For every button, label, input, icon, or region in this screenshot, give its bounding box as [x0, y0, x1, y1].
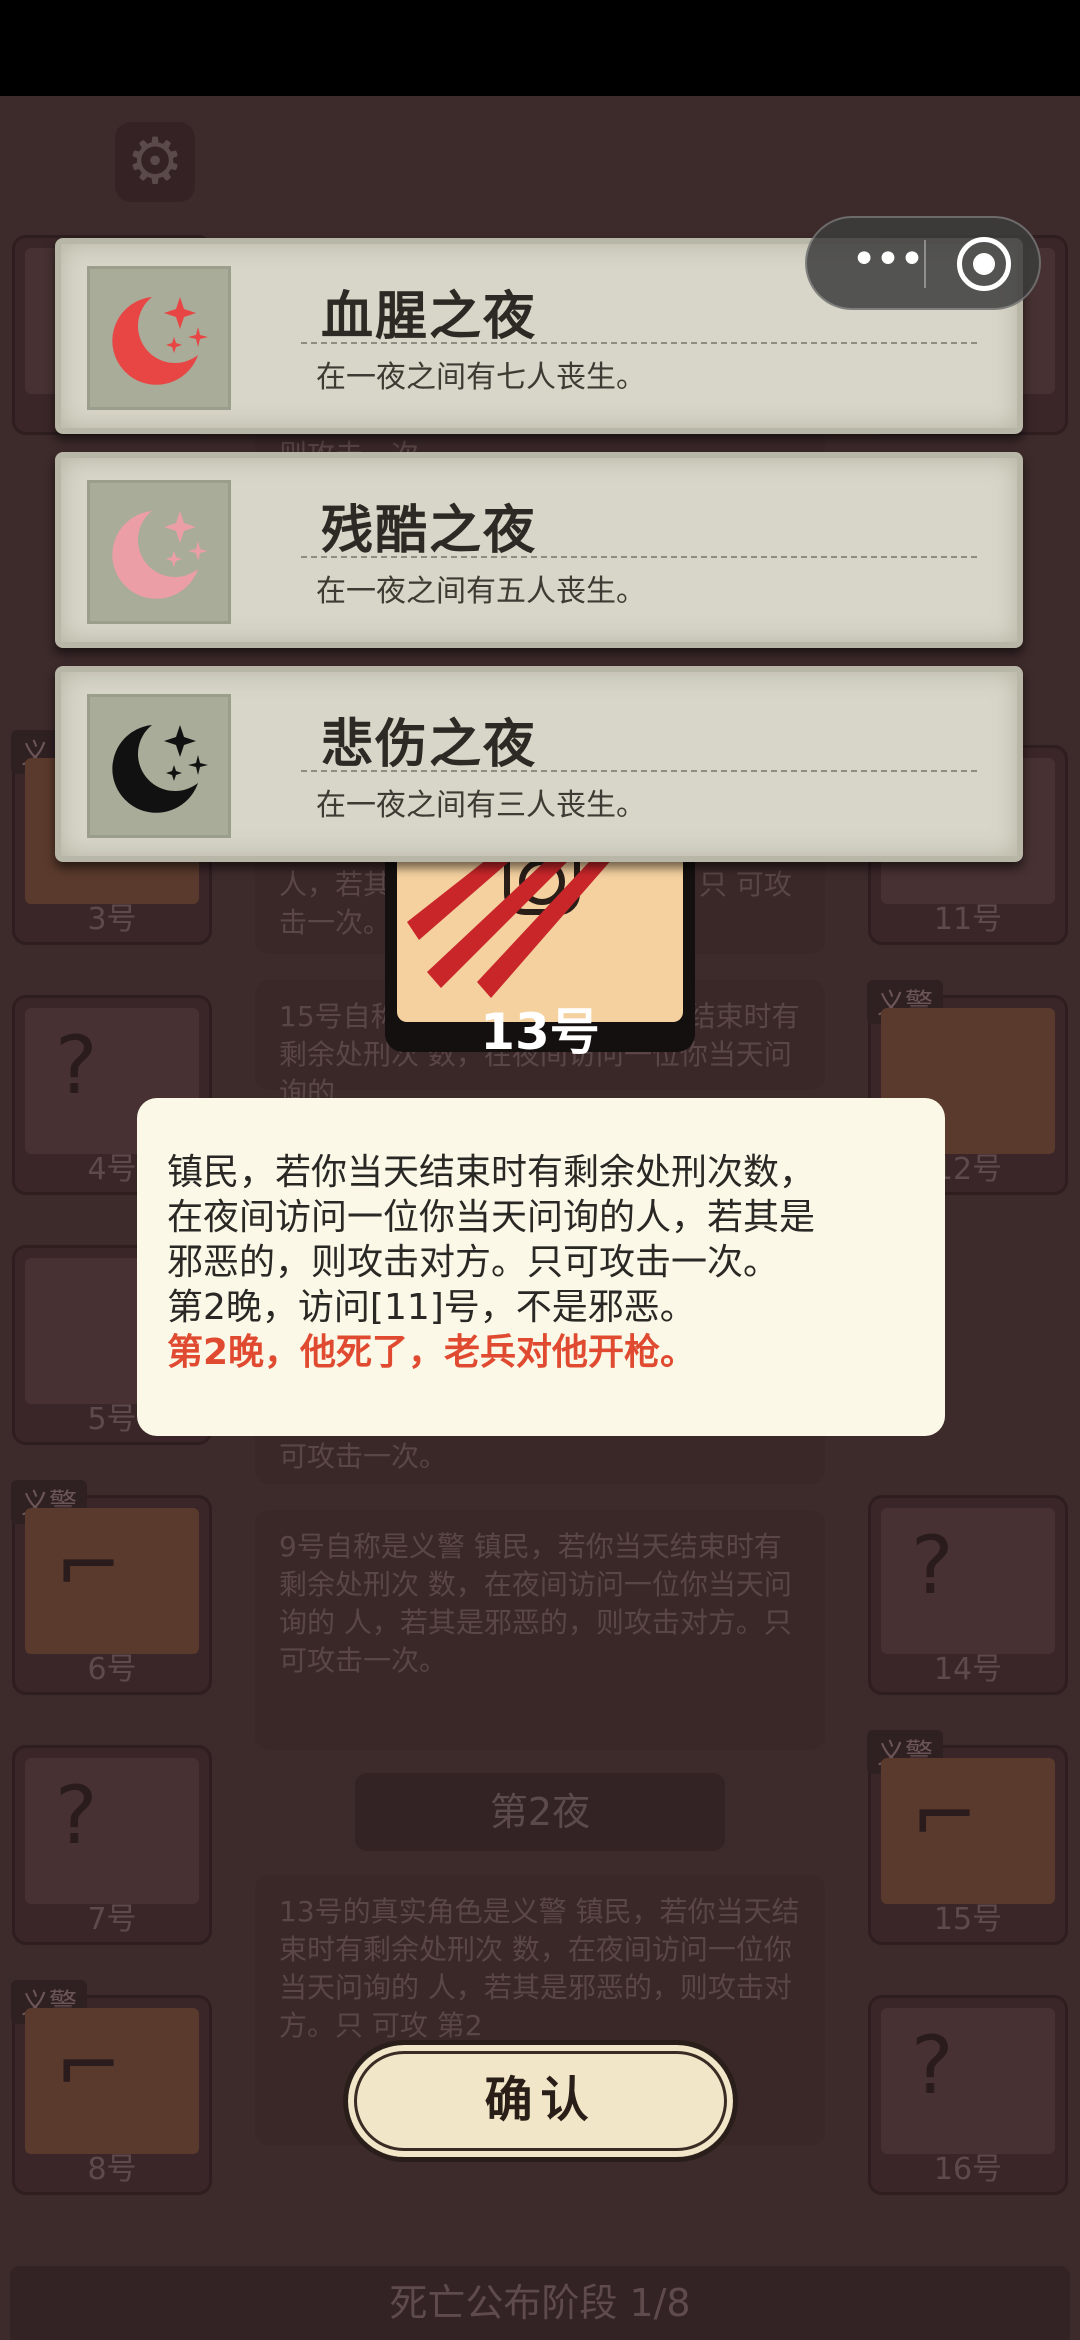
night-banner-cruel: 残酷之夜 在一夜之间有五人丧生。 [55, 452, 1023, 648]
game-screen: ⚙ 1号 9号 义3号 11号 ?4号 义警12号 5号 ?14号 义警⌐6号 … [0, 0, 1080, 2340]
miniprogram-capsule: ••• [805, 216, 1041, 310]
popup-line: 邪恶的，则攻击对方。只可攻击一次。 [167, 1242, 780, 1283]
pistol-icon: ⌐ [55, 1519, 123, 1612]
crescent-moon-icon [87, 694, 231, 838]
player-number: 11号 [933, 902, 1003, 937]
player-card[interactable]: 义警 ⌐ 15号 [867, 1730, 1068, 1945]
player-number: 8号 [87, 2152, 137, 2187]
pistol-icon: ⌐ [55, 2019, 123, 2112]
dashed-divider [301, 556, 977, 558]
popup-line: 镇民，若你当天结束时有剩余处刑次数， [167, 1152, 816, 1193]
target-close-icon[interactable] [957, 237, 1011, 291]
player-card[interactable]: 义警 ⌐ 6号 [11, 1480, 212, 1695]
unknown-player-icon: ? [911, 2019, 954, 2112]
capsule-divider [924, 240, 926, 288]
player-number: 3号 [87, 902, 137, 937]
settings-gear-icon[interactable]: ⚙ [115, 122, 195, 202]
more-dots-icon[interactable]: ••• [837, 218, 937, 308]
popup-line: 在夜间访问一位你当天问询的人，若其是 [167, 1197, 816, 1238]
player-number: 16号 [933, 2152, 1003, 2187]
player-number: 15号 [933, 1902, 1003, 1937]
banner-description: 在一夜之间有七人丧生。 [316, 360, 646, 395]
status-bar [0, 0, 1080, 96]
night-label: 第2夜 [355, 1773, 725, 1851]
confirm-button[interactable]: 确认 [343, 2040, 738, 2162]
player-number: 6号 [87, 1652, 137, 1687]
player-card[interactable]: ? 7号 [12, 1745, 212, 1945]
death-notice: 第2晚，他死了，老兵对他开枪。 [167, 1332, 697, 1373]
log-entry: 9号自称是义警 镇民，若你当天结束时有剩余处刑次 数，在夜间访问一位你当天问询的… [255, 1510, 825, 1750]
night-banner-sorrow: 悲伤之夜 在一夜之间有三人丧生。 [55, 666, 1023, 862]
player-card[interactable]: ? 14号 [868, 1495, 1068, 1695]
player-card[interactable]: ? 16号 [868, 1995, 1068, 2195]
unknown-player-icon: ? [55, 1769, 98, 1862]
featured-player-number: 13号 [480, 1003, 600, 1061]
player-card[interactable]: 义警 ⌐ 8号 [11, 1980, 212, 2195]
phase-indicator: 死亡公布阶段 1/8 [10, 2266, 1070, 2340]
unknown-player-icon: ? [55, 1019, 98, 1112]
pistol-icon: ⌐ [911, 1769, 979, 1862]
player-number: 7号 [87, 1902, 137, 1937]
crescent-moon-icon [87, 480, 231, 624]
banner-title: 残酷之夜 [321, 501, 538, 561]
ability-popup: 镇民，若你当天结束时有剩余处刑次数， 在夜间访问一位你当天问询的人，若其是 邪恶… [137, 1098, 945, 1436]
banner-title: 血腥之夜 [321, 287, 538, 347]
player-number: 14号 [933, 1652, 1003, 1687]
unknown-player-icon: ? [911, 1519, 954, 1612]
banner-description: 在一夜之间有五人丧生。 [316, 574, 646, 609]
popup-line: 第2晚，访问[11]号，不是邪恶。 [167, 1287, 696, 1328]
dashed-divider [301, 342, 977, 344]
banner-description: 在一夜之间有三人丧生。 [316, 788, 646, 823]
banner-title: 悲伤之夜 [321, 715, 538, 775]
crescent-moon-icon [87, 266, 231, 410]
dashed-divider [301, 770, 977, 772]
